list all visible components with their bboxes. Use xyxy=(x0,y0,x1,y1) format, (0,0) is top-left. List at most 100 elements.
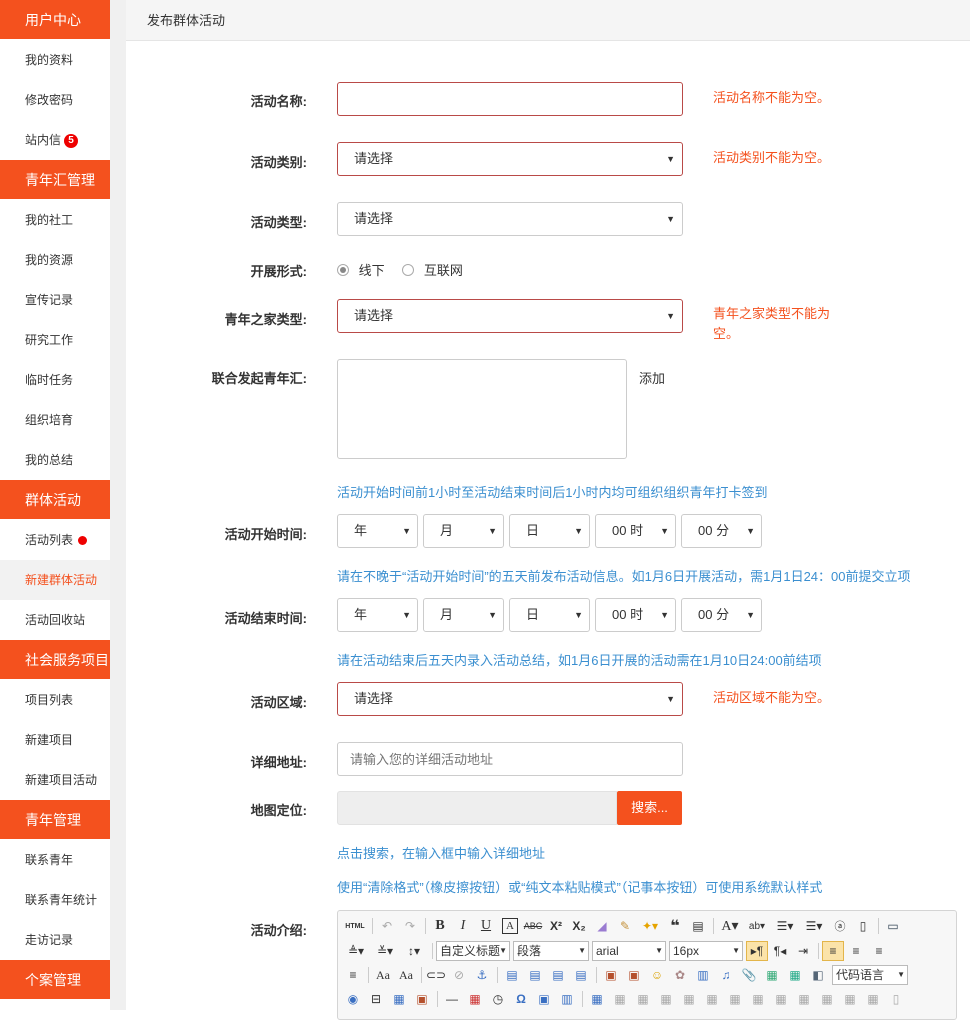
sidebar-item[interactable]: 活动列表 xyxy=(0,520,110,560)
align-center-icon[interactable]: ≡ xyxy=(845,941,867,961)
background-icon[interactable]: ▣ xyxy=(411,989,433,1009)
sidebar-section-header[interactable]: 用户中心 xyxy=(0,0,110,40)
undo-icon[interactable]: ↶ xyxy=(376,916,398,936)
delete-col-icon[interactable]: ▦ xyxy=(724,989,746,1009)
address-input[interactable] xyxy=(337,742,683,776)
sidebar-item[interactable]: 宣传记录 xyxy=(0,280,110,320)
region-select[interactable]: 请选择 ▼ xyxy=(337,682,683,716)
start-year-select[interactable]: 年 ▼ xyxy=(337,514,418,548)
snap-screen-icon[interactable]: ▣ xyxy=(533,989,555,1009)
code-language-select[interactable]: 代码语言 ▼ xyxy=(832,965,908,985)
split-to-cells-icon[interactable]: ▦ xyxy=(816,989,838,1009)
activity-type-select[interactable]: 请选择 ▼ xyxy=(337,202,683,236)
activity-category-select[interactable]: 请选择 ▼ xyxy=(337,142,683,176)
select-all-icon[interactable]: ⓐ xyxy=(829,916,851,936)
sidebar-section-header[interactable]: 青年汇管理 xyxy=(0,160,110,200)
subscript-icon[interactable]: X₂ xyxy=(568,916,590,936)
superscript-icon[interactable]: X² xyxy=(545,916,567,936)
image-left-icon[interactable]: ▤ xyxy=(524,965,546,985)
rtl-direction-icon[interactable]: ¶◂ xyxy=(769,941,791,961)
align-right-icon[interactable]: ≡ xyxy=(868,941,890,961)
clear-document-icon[interactable]: ▯ xyxy=(852,916,874,936)
eraser-icon[interactable]: ◢ xyxy=(591,916,613,936)
special-chars-icon[interactable]: Ω xyxy=(510,989,532,1009)
unordered-list-icon[interactable]: ☰▾ xyxy=(800,916,828,936)
sidebar-item[interactable]: 研究工作 xyxy=(0,320,110,360)
align-left-icon[interactable]: ≡ xyxy=(822,941,844,961)
sidebar-item[interactable]: 修改密码 xyxy=(0,80,110,120)
sidebar-item[interactable]: 新建项目活动 xyxy=(0,760,110,800)
font-color-icon[interactable]: A▾ xyxy=(717,916,743,936)
blockquote-icon[interactable]: ❝ xyxy=(664,916,686,936)
link-icon[interactable]: ⊂⊃ xyxy=(425,965,447,985)
delete-row-icon[interactable]: ▦ xyxy=(678,989,700,1009)
row-spacing-bottom-icon[interactable]: ≚▾ xyxy=(371,941,399,961)
split-to-cols-icon[interactable]: ▦ xyxy=(862,989,884,1009)
sidebar-item[interactable]: 联系青年统计 xyxy=(0,880,110,920)
youth-home-type-select[interactable]: 请选择 ▼ xyxy=(337,299,683,333)
align-justify-icon[interactable]: ≡ xyxy=(342,965,364,985)
sidebar-section-header[interactable]: 青年管理 xyxy=(0,800,110,840)
end-minute-select[interactable]: 00 分 ▼ xyxy=(681,598,762,632)
sidebar-item[interactable]: 我的总结 xyxy=(0,440,110,480)
source-code-icon[interactable]: HTML xyxy=(342,916,368,936)
paragraph-select[interactable]: 段落 ▼ xyxy=(513,941,589,961)
redo-icon[interactable]: ↷ xyxy=(399,916,421,936)
to-lowercase-icon[interactable]: Aa xyxy=(395,965,417,985)
sidebar-item[interactable]: 我的资料 xyxy=(0,40,110,80)
auto-typeset-icon[interactable]: ✦▾ xyxy=(637,916,663,936)
sidebar-item[interactable]: 我的资源 xyxy=(0,240,110,280)
emotion-icon[interactable]: ☺ xyxy=(646,965,668,985)
scrawl-icon[interactable]: ✿ xyxy=(669,965,691,985)
activity-name-input[interactable] xyxy=(337,82,683,116)
paste-plain-icon[interactable]: ▤ xyxy=(687,916,709,936)
image-center-icon[interactable]: ▤ xyxy=(570,965,592,985)
background-color-icon[interactable]: ab▾ xyxy=(744,916,770,936)
music-icon[interactable]: ♫ xyxy=(715,965,737,985)
merge-down-icon[interactable]: ▦ xyxy=(793,989,815,1009)
end-year-select[interactable]: 年 ▼ xyxy=(337,598,418,632)
sidebar-item[interactable]: 走访记录 xyxy=(0,920,110,960)
to-uppercase-icon[interactable]: Aa xyxy=(372,965,394,985)
strikethrough-icon[interactable]: ABC xyxy=(522,916,544,936)
sidebar-section-header[interactable]: 个案管理 xyxy=(0,960,110,1000)
unlink-icon[interactable]: ⊘ xyxy=(448,965,470,985)
line-height-icon[interactable]: ↕▾ xyxy=(400,941,428,961)
sidebar-item[interactable]: 站内信 5 xyxy=(0,120,110,160)
custom-heading-select[interactable]: 自定义标题 ▼ xyxy=(436,941,510,961)
co-sponsor-textarea[interactable] xyxy=(337,359,627,459)
sidebar-section-header[interactable]: 社会服务项目 xyxy=(0,640,110,680)
merge-right-icon[interactable]: ▦ xyxy=(770,989,792,1009)
format-radio-online[interactable] xyxy=(402,264,415,276)
date-icon[interactable]: ▦ xyxy=(464,989,486,1009)
sidebar-section-header[interactable]: 群体活动 xyxy=(0,480,110,520)
end-month-select[interactable]: 月 ▼ xyxy=(423,598,504,632)
map-search-button[interactable]: 搜索... xyxy=(617,791,682,825)
sidebar-item[interactable]: 活动回收站 xyxy=(0,600,110,640)
gmap-icon[interactable]: ▦ xyxy=(784,965,806,985)
delete-table-icon[interactable]: ▦ xyxy=(609,989,631,1009)
sidebar-item[interactable]: 组织培育 xyxy=(0,400,110,440)
map-icon[interactable]: ▦ xyxy=(761,965,783,985)
font-family-select[interactable]: arial ▼ xyxy=(592,941,666,961)
word-image-icon[interactable]: ▥ xyxy=(556,989,578,1009)
image-none-icon[interactable]: ▤ xyxy=(501,965,523,985)
insert-row-icon[interactable]: ▦ xyxy=(655,989,677,1009)
bold-icon[interactable]: B xyxy=(429,916,451,936)
end-day-select[interactable]: 日 ▼ xyxy=(509,598,590,632)
merge-cells-icon[interactable]: ▦ xyxy=(747,989,769,1009)
simple-upload-icon[interactable]: ▣ xyxy=(600,965,622,985)
split-to-rows-icon[interactable]: ▦ xyxy=(839,989,861,1009)
sidebar-item[interactable]: 临时任务 xyxy=(0,360,110,400)
add-co-sponsor-link[interactable]: 添加 xyxy=(639,368,665,387)
indent-icon[interactable]: ⇥ xyxy=(792,941,814,961)
insert-col-icon[interactable]: ▦ xyxy=(701,989,723,1009)
sidebar-item[interactable]: 新建项目 xyxy=(0,720,110,760)
page-break-icon[interactable]: ⊟ xyxy=(365,989,387,1009)
map-location-input[interactable] xyxy=(337,791,617,825)
sidebar-item[interactable]: 联系青年 xyxy=(0,840,110,880)
anchor-icon[interactable]: ⚓ xyxy=(471,965,493,985)
web-search-icon[interactable]: ◉ xyxy=(342,989,364,1009)
ordered-list-icon[interactable]: ☰▾ xyxy=(771,916,799,936)
chart-icon[interactable]: ▯ xyxy=(885,989,907,1009)
